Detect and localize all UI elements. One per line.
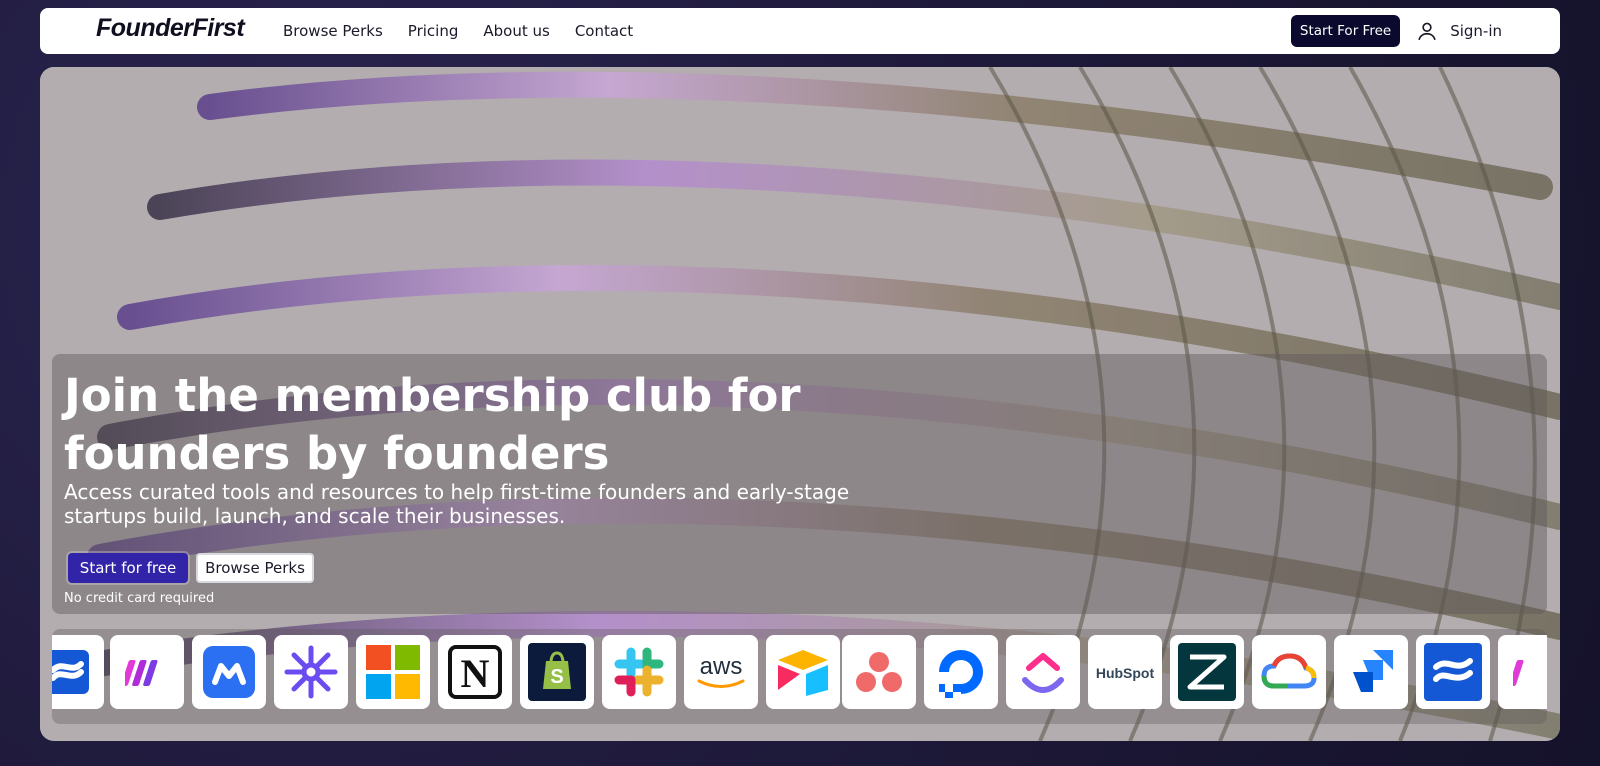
user-icon[interactable] [1416, 20, 1438, 42]
partner-logos-carousel[interactable]: N S aws HubSpot [52, 629, 1547, 724]
nav-link-pricing[interactable]: Pricing [408, 22, 459, 40]
hero-section: Join the membership club for founders by… [40, 67, 1560, 741]
jira-icon[interactable] [1334, 635, 1408, 709]
clickup-icon[interactable] [1006, 635, 1080, 709]
no-credit-card-note: No credit card required [64, 591, 215, 606]
slack-icon[interactable] [602, 635, 676, 709]
browse-perks-cta[interactable]: Browse Perks [196, 553, 314, 583]
svg-text:S: S [550, 666, 563, 688]
start-for-free-cta[interactable]: Start for free [68, 553, 188, 583]
make-icon[interactable] [110, 635, 184, 709]
brand-logo[interactable]: FounderFirst [96, 14, 245, 43]
svg-text:HubSpot: HubSpot [1096, 665, 1155, 681]
hero-subtext-line-1: Access curated tools and resources to he… [64, 480, 850, 504]
asana-icon[interactable] [842, 635, 916, 709]
confluence-icon-repeat[interactable] [1416, 635, 1490, 709]
notion-icon[interactable]: N [438, 635, 512, 709]
microsoft-icon[interactable] [356, 635, 430, 709]
perplexity-icon[interactable] [274, 635, 348, 709]
nav-link-browse-perks[interactable]: Browse Perks [283, 22, 383, 40]
nav-links: Browse Perks Pricing About us Contact [283, 8, 633, 54]
hubspot-icon[interactable]: HubSpot [1088, 635, 1162, 709]
svg-text:N: N [461, 651, 490, 696]
hero-cta-row: Start for free Browse Perks [68, 553, 314, 583]
aws-icon[interactable]: aws [684, 635, 758, 709]
sign-in-link[interactable]: Sign-in [1450, 22, 1502, 40]
make-icon-repeat[interactable] [1498, 635, 1547, 709]
hero-headline: Join the membership club for founders by… [64, 367, 964, 483]
hero-subtext: Access curated tools and resources to he… [64, 480, 884, 528]
svg-text:aws: aws [700, 653, 743, 680]
nav-link-about-us[interactable]: About us [483, 22, 549, 40]
zendesk-icon[interactable] [1170, 635, 1244, 709]
confluence-icon[interactable] [52, 635, 104, 709]
monday-icon[interactable] [192, 635, 266, 709]
google-cloud-icon[interactable] [1252, 635, 1326, 709]
nav-right: Start For Free Sign-in [1290, 8, 1502, 54]
top-navbar: FounderFirst Browse Perks Pricing About … [40, 8, 1560, 54]
hero-headline-line-1: Join the membership club for [64, 369, 801, 422]
hero-subtext-line-2: startups build, launch, and scale their … [64, 504, 566, 528]
shopify-icon[interactable]: S [520, 635, 594, 709]
start-for-free-button[interactable]: Start For Free [1290, 15, 1401, 47]
nav-link-contact[interactable]: Contact [575, 22, 633, 40]
hero-headline-line-2: founders by founders [64, 427, 610, 480]
digitalocean-icon[interactable] [924, 635, 998, 709]
airtable-icon[interactable] [766, 635, 840, 709]
